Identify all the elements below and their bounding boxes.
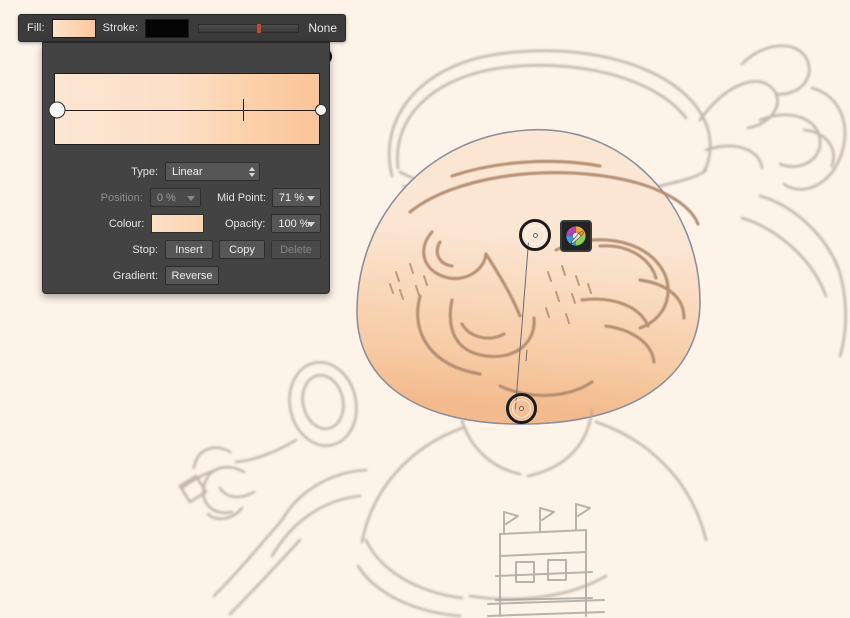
stop-label: Stop: <box>132 243 158 256</box>
opacity-value: 100 % <box>278 217 310 230</box>
position-input[interactable]: 0 % <box>149 188 202 207</box>
midpoint-input[interactable]: 71 % <box>271 188 321 207</box>
handle-center-dot <box>519 406 524 411</box>
stroke-width-slider-thumb[interactable] <box>256 23 261 33</box>
stop-copy-button[interactable]: Copy <box>219 240 265 259</box>
row-stop-buttons: Stop: Insert Copy Delete <box>53 240 321 259</box>
row-colour-opacity: Colour: Opacity: 100 % <box>53 214 321 233</box>
position-value: 0 % <box>156 191 176 204</box>
type-value: Linear <box>172 165 203 178</box>
type-label: Type: <box>131 165 158 178</box>
fill-swatch[interactable] <box>51 18 96 38</box>
midpoint-value: 71 % <box>278 191 304 204</box>
colour-label: Colour: <box>108 217 145 230</box>
gradient-stop-end[interactable] <box>315 104 327 116</box>
stop-insert-button[interactable]: Insert <box>165 240 213 259</box>
gradient-end-handle[interactable] <box>506 393 537 424</box>
colour-wheel-picker-icon[interactable] <box>560 220 592 252</box>
position-label: Position: <box>100 191 143 204</box>
type-stepper-icon[interactable] <box>249 166 255 177</box>
gradient-axis-line <box>55 110 319 111</box>
handle-center-dot <box>532 232 538 238</box>
fill-stroke-toolbar: Fill: Stroke: None <box>18 14 346 42</box>
gradient-panel: Type: Linear Position: 0 % Mid Point: 71… <box>42 42 330 294</box>
gradient-label: Gradient: <box>112 269 158 282</box>
stop-delete-button: Delete <box>271 240 321 259</box>
midpoint-label: Mid Point: <box>217 191 266 204</box>
opacity-input[interactable]: 100 % <box>271 214 321 233</box>
gradient-reverse-button[interactable]: Reverse <box>165 266 219 285</box>
gradient-preview-strip[interactable] <box>48 73 327 145</box>
stroke-swatch[interactable] <box>145 18 190 38</box>
stroke-none-label[interactable]: None <box>308 21 337 35</box>
opacity-label: Opacity: <box>224 217 266 230</box>
fill-label: Fill: <box>27 22 45 34</box>
stroke-label: Stroke: <box>102 22 139 34</box>
gradient-start-handle[interactable] <box>519 219 551 251</box>
row-position-midpoint: Position: 0 % Mid Point: 71 % <box>53 188 321 207</box>
chevron-down-icon[interactable] <box>307 195 315 201</box>
gradient-midpoint-tick[interactable] <box>243 99 244 121</box>
gradient-preview-fill <box>55 74 319 144</box>
row-gradient-reverse: Gradient: Reverse <box>53 266 321 285</box>
chevron-down-icon[interactable] <box>306 221 315 227</box>
gradient-stop-start[interactable] <box>48 101 66 119</box>
chevron-down-icon[interactable] <box>187 195 196 201</box>
stroke-width-slider[interactable] <box>198 23 300 33</box>
type-select[interactable]: Linear <box>165 162 260 181</box>
colour-swatch[interactable] <box>151 214 204 233</box>
row-type: Type: Linear <box>53 162 321 181</box>
